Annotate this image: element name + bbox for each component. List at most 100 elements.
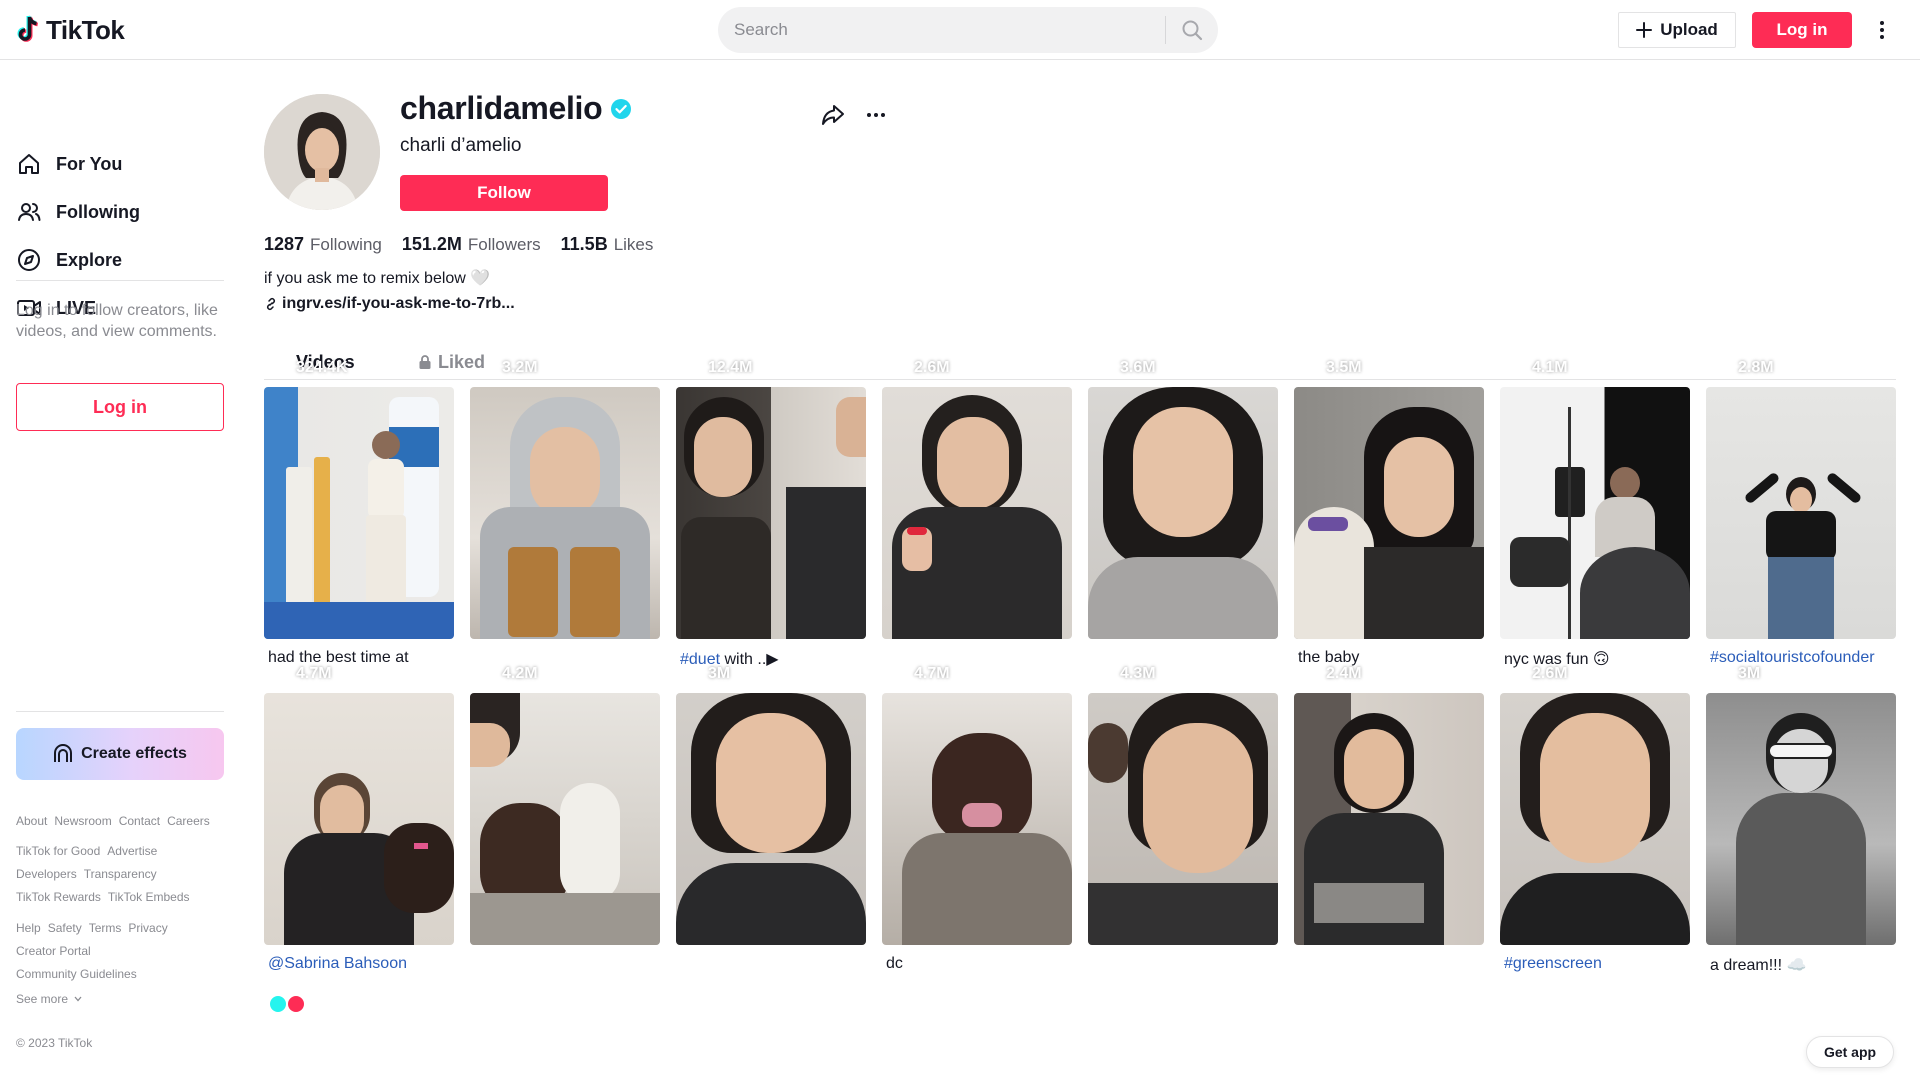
username-row: charlidamelio (400, 90, 632, 127)
stat-value: 1287 (264, 234, 305, 254)
view-count-label: 3.6M (1120, 359, 1156, 376)
stat-likes: 11.5B Likes (561, 234, 654, 255)
view-count: 3.5M (1308, 359, 1362, 377)
tiktok-logo[interactable]: TikTok (16, 14, 125, 46)
create-effects-button[interactable]: Create effects (16, 728, 224, 780)
footer-link[interactable]: Developers (16, 867, 77, 881)
search-input[interactable] (718, 7, 1165, 53)
video-thumbnail (676, 387, 866, 639)
footer-link[interactable]: TikTok Rewards (16, 890, 101, 904)
profile-bio: if you ask me to remix below 🤍 (264, 270, 491, 287)
view-count: 324.4K (278, 359, 348, 377)
top-header: TikTok Upload Log in (0, 0, 1920, 60)
share-icon[interactable] (820, 102, 846, 128)
sidebar-login-button[interactable]: Log in (16, 383, 224, 431)
view-count-label: 3M (1738, 665, 1761, 682)
play-icon (485, 360, 497, 376)
see-more-button[interactable]: See more (16, 992, 82, 1006)
home-icon (19, 154, 39, 174)
bio-link[interactable]: ingrv.es/if-you-ask-me-to-7rb... (264, 295, 515, 313)
view-count-label: 4.1M (1532, 359, 1568, 376)
footer-link[interactable]: Careers (167, 814, 210, 828)
view-count: 4.3M (1102, 665, 1156, 683)
footer-link[interactable]: TikTok for Good (16, 844, 100, 858)
footer-link[interactable]: Terms (89, 921, 122, 935)
video-caption[interactable]: @Sabrina Bahsoon (268, 955, 458, 973)
view-count: 4.7M (896, 665, 950, 683)
play-icon (1515, 360, 1527, 376)
play-icon (897, 360, 909, 376)
stat-following[interactable]: 1287 Following (264, 234, 382, 255)
stat-label: Following (310, 235, 382, 254)
search-button[interactable] (1166, 7, 1218, 53)
stat-value: 11.5B (560, 234, 608, 254)
effects-house-icon (54, 744, 73, 762)
chevron-down-icon (74, 996, 82, 1002)
play-icon (279, 360, 291, 376)
username: charlidamelio (400, 90, 603, 126)
footer-link[interactable]: Contact (119, 814, 160, 828)
view-count: 12.4M (690, 359, 752, 377)
more-options-icon[interactable] (1870, 14, 1894, 46)
play-icon (1515, 666, 1527, 682)
stat-label: Followers (467, 235, 541, 254)
sidebar-item-following[interactable]: Following (16, 192, 140, 232)
tab-liked[interactable]: Liked (418, 344, 485, 380)
video-caption[interactable]: #greenscreen (1504, 955, 1694, 973)
video-thumbnail (470, 693, 660, 945)
sidebar-item-for-you[interactable]: For You (16, 144, 122, 184)
compass-icon (18, 249, 40, 271)
video-thumbnail (1294, 693, 1484, 945)
stat-value: 151.2M (401, 234, 462, 254)
header-login-button[interactable]: Log in (1752, 12, 1852, 48)
view-count-label: 2.6M (914, 359, 950, 376)
upload-button[interactable]: Upload (1618, 12, 1736, 48)
video-thumbnail (264, 693, 454, 945)
play-icon (1721, 360, 1733, 376)
play-icon (1721, 666, 1733, 682)
view-count-label: 2.4M (1326, 665, 1362, 682)
view-count: 2.4M (1308, 665, 1362, 683)
sidebar-item-explore[interactable]: Explore (16, 240, 122, 280)
footer-link[interactable]: Privacy (128, 921, 167, 935)
footer-links-row: TikTok Rewards TikTok Embeds (16, 890, 190, 904)
video-thumbnail (1500, 693, 1690, 945)
footer-link[interactable]: Safety (48, 921, 82, 935)
play-icon (485, 666, 497, 682)
view-count: 4.7M (278, 665, 332, 683)
video-caption[interactable]: a dream!!! ☁️ (1710, 955, 1900, 975)
footer-link[interactable]: Help (16, 921, 41, 935)
view-count-label: 2.6M (1532, 665, 1568, 682)
video-caption[interactable]: dc (886, 955, 1076, 973)
sidebar: For You Following Explore LIVE Log in to… (16, 60, 224, 1080)
video-thumbnail (1088, 387, 1278, 639)
loading-indicator-icon (270, 996, 304, 1012)
play-icon (691, 666, 703, 682)
bio-link-text: ingrv.es/if-you-ask-me-to-7rb... (282, 295, 515, 312)
footer-link[interactable]: TikTok Embeds (108, 890, 190, 904)
footer-links-row: About Newsroom Contact Careers (16, 814, 210, 828)
search-bar (718, 7, 1218, 53)
video-thumbnail (1294, 387, 1484, 639)
view-count: 4.1M (1514, 359, 1568, 377)
footer-link[interactable]: About (16, 814, 47, 828)
video-thumbnail (470, 387, 660, 639)
profile-more-icon[interactable] (864, 104, 888, 126)
footer-link[interactable]: Creator Portal (16, 944, 91, 958)
avatar[interactable] (264, 94, 380, 210)
sidebar-item-label: For You (56, 153, 123, 174)
follow-button[interactable]: Follow (400, 175, 608, 211)
play-icon (1103, 666, 1115, 682)
stat-followers[interactable]: 151.2M Followers (402, 234, 541, 255)
footer-link[interactable]: Newsroom (54, 814, 111, 828)
see-more-label: See more (16, 992, 69, 1006)
footer-links-row: TikTok for Good Advertise (16, 844, 157, 858)
footer-link[interactable]: Transparency (84, 867, 157, 881)
footer-link[interactable]: Advertise (107, 844, 157, 858)
view-count-label: 4.3M (1120, 665, 1156, 682)
logo-wordmark: TikTok (46, 14, 125, 45)
footer-link[interactable]: Community Guidelines (16, 967, 137, 981)
sidebar-item-label: Following (56, 201, 140, 222)
view-count: 3M (690, 665, 730, 683)
get-app-button[interactable]: Get app (1806, 1036, 1894, 1068)
